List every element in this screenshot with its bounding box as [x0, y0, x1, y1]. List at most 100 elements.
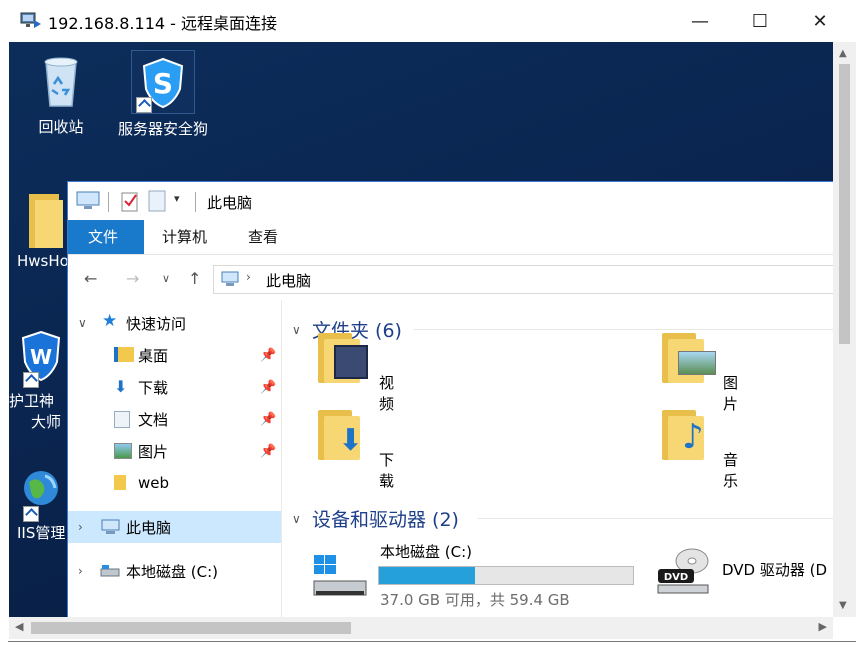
desktop-icon-safedog[interactable]: S 服务器安全狗 [108, 50, 218, 139]
devices-group-header[interactable]: 设备和驱动器 (2) [312, 505, 459, 532]
nav-label: 本地磁盘 (C:) [126, 562, 218, 581]
documents-icon [114, 411, 130, 428]
folder-label: 视频 [379, 374, 395, 413]
shortcut-arrow-icon [23, 372, 39, 388]
tab-view[interactable]: 查看 [228, 220, 298, 254]
nav-item-downloads[interactable]: ⬇ 下载 📌 [68, 371, 281, 403]
drive-label: 本地磁盘 (C:) [380, 543, 472, 561]
nav-label: web [138, 474, 170, 492]
collapse-chevron-icon[interactable]: › [78, 564, 83, 578]
up-arrow-icon[interactable]: ↑ [188, 269, 201, 288]
file-explorer-window[interactable]: ▾ 此电脑 文件 计算机 查看 ← → ∨ ↑ › 此电脑 ∨ ★ 快速访问 桌… [67, 181, 834, 618]
group-collapse-chevron-icon[interactable]: ∨ [292, 512, 301, 526]
group-divider [414, 329, 834, 330]
nav-item-documents[interactable]: 文档 📌 [68, 403, 281, 435]
disk-usage-fill [379, 567, 475, 584]
downloads-folder-icon: ⬇ [318, 410, 363, 460]
group-collapse-chevron-icon[interactable]: ∨ [292, 323, 301, 337]
drive-item-dvd[interactable]: DVD DVD 驱动器 (D [654, 535, 834, 615]
folder-label: 下载 [379, 451, 395, 490]
collapse-chevron-icon[interactable]: › [78, 520, 83, 534]
pictures-folder-icon [662, 333, 716, 383]
star-icon: ★ [102, 311, 118, 331]
breadcrumb-chevron-icon[interactable]: › [246, 270, 251, 284]
desktop-icon-hwsho[interactable]: HwsHo [9, 192, 71, 270]
nav-this-pc[interactable]: › 此电脑 [68, 511, 281, 543]
recent-locations-chevron-icon[interactable]: ∨ [162, 272, 170, 285]
svg-text:DVD: DVD [664, 572, 688, 583]
rdp-window-title: 192.168.8.114 - 远程桌面连接 [48, 14, 278, 33]
this-pc-icon [221, 271, 239, 286]
scroll-left-arrow-icon[interactable]: ◀ [15, 620, 23, 633]
navigation-bar: ← → ∨ ↑ › 此电脑 [68, 261, 834, 297]
folder-label: 图片 [723, 374, 739, 413]
scroll-right-arrow-icon[interactable]: ▶ [819, 620, 827, 633]
desktop-icon-label: 服务器安全狗 [117, 120, 208, 138]
scroll-up-arrow-icon[interactable]: ▲ [839, 48, 847, 59]
desktop-icon-iis[interactable]: IIS管理 [9, 462, 71, 543]
address-text: 此电脑 [266, 272, 312, 290]
this-pc-icon [101, 519, 120, 534]
back-arrow-icon[interactable]: ← [84, 269, 97, 288]
desktop-icon-recycle-bin[interactable]: 回收站 [9, 50, 116, 137]
address-bar[interactable]: › 此电脑 [213, 265, 834, 294]
shortcut-arrow-icon [136, 97, 152, 113]
desktop-icon-label: 回收站 [38, 118, 84, 136]
navigation-pane: ∨ ★ 快速访问 桌面 📌 ⬇ 下载 📌 文档 📌 图片 📌 web › 此电脑… [68, 300, 282, 618]
nav-label: 下载 [138, 378, 169, 397]
expand-chevron-icon[interactable]: ∨ [78, 316, 87, 330]
pin-icon[interactable]: 📌 [260, 412, 276, 427]
nav-label: 此电脑 [126, 518, 172, 537]
folder-icon [114, 475, 126, 490]
pictures-icon [114, 443, 132, 459]
nav-item-pictures[interactable]: 图片 📌 [68, 435, 281, 467]
minimize-button[interactable]: — [670, 0, 730, 42]
horizontal-scroll-thumb[interactable] [31, 622, 351, 634]
drive-item-c[interactable]: 本地磁盘 (C:) 37.0 GB 可用，共 59.4 GB [312, 535, 652, 615]
folder-label: 音乐 [723, 451, 739, 490]
drive-space-text: 37.0 GB 可用，共 59.4 GB [380, 591, 570, 609]
ribbon-tabs: 文件 计算机 查看 [68, 220, 834, 255]
nav-label: 文档 [138, 410, 169, 429]
computer-icon [76, 191, 100, 209]
forward-arrow-icon[interactable]: → [126, 269, 139, 288]
desktop-folder-icon [114, 347, 134, 362]
pin-icon[interactable]: 📌 [260, 444, 276, 459]
folder-icon [29, 194, 63, 248]
nav-item-desktop[interactable]: 桌面 📌 [68, 339, 281, 371]
nav-label: 桌面 [138, 346, 169, 365]
nav-item-web[interactable]: web [68, 467, 281, 499]
new-document-icon[interactable] [148, 190, 166, 212]
vertical-scrollbar[interactable]: ▲ ▼ [833, 42, 856, 617]
desktop-icon-huweishen[interactable]: W 护卫神 大师 [9, 328, 71, 432]
download-folder-icon: ⬇ [114, 377, 128, 396]
tab-computer[interactable]: 计算机 [142, 220, 227, 254]
scroll-down-arrow-icon[interactable]: ▼ [839, 600, 847, 611]
maximize-button[interactable]: ☐ [730, 0, 790, 42]
content-pane: ∨ 文件夹 (6) 视频 图片 ⬇ 下载 ♪ 音乐 ∨ 设备和驱动器 (2) 本… [282, 300, 834, 618]
pin-icon[interactable]: 📌 [260, 380, 276, 395]
window-bottom-border [8, 641, 856, 642]
rdp-title-bar: 192.168.8.114 - 远程桌面连接 — ☐ ✕ [0, 0, 865, 42]
close-button[interactable]: ✕ [790, 0, 850, 42]
window-title: 此电脑 [207, 194, 253, 212]
horizontal-scrollbar[interactable]: ◀ ▶ [9, 617, 833, 639]
nav-quick-access[interactable]: ∨ ★ 快速访问 [68, 307, 281, 339]
videos-folder-icon [318, 333, 368, 383]
music-folder-icon: ♪ [662, 410, 704, 460]
properties-icon[interactable] [120, 190, 140, 212]
desktop-icon-label: HwsHo [17, 252, 69, 270]
quick-access-toolbar: ▾ 此电脑 [68, 182, 834, 220]
nav-local-disk[interactable]: › 本地磁盘 (C:) [68, 555, 281, 587]
desktop-icon-label: IIS管理 [17, 524, 66, 542]
shortcut-arrow-icon [23, 506, 39, 522]
disk-usage-bar [378, 566, 634, 585]
recycle-bin-icon [44, 57, 78, 107]
pin-icon[interactable]: 📌 [260, 348, 276, 363]
tab-file[interactable]: 文件 [68, 220, 144, 254]
desktop-icon-label: 护卫神 [9, 392, 55, 410]
customize-qat-chevron-icon[interactable]: ▾ [174, 192, 180, 205]
vertical-scroll-thumb[interactable] [839, 64, 850, 344]
svg-text:S: S [153, 67, 173, 100]
desktop-icon-label-line2: 大师 [31, 413, 62, 431]
